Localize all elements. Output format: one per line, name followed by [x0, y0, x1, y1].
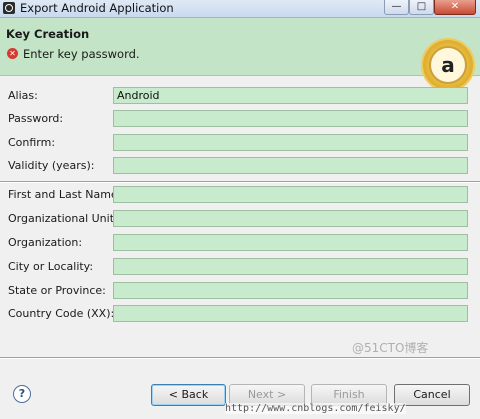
- form-row-org-unit: Organizational Unit:: [0, 210, 480, 230]
- organization-input[interactable]: [113, 234, 468, 251]
- validity-label: Validity (years):: [8, 159, 95, 172]
- alias-label: Alias:: [8, 89, 38, 102]
- form-row-validity: Validity (years):: [0, 157, 480, 177]
- android-seal-icon: a: [423, 40, 473, 90]
- window-controls: — □ ✕: [384, 0, 476, 15]
- watermark-url: http://www.cnblogs.com/feisky/: [225, 403, 406, 414]
- page-title: Key Creation: [6, 27, 90, 41]
- eclipse-app-icon[interactable]: [3, 2, 15, 14]
- error-message: Enter key password.: [23, 47, 140, 61]
- form-row-password: Password:: [0, 110, 480, 130]
- error-icon: ✕: [7, 48, 18, 59]
- form-row-confirm: Confirm:: [0, 134, 480, 154]
- state-label: State or Province:: [8, 284, 106, 297]
- watermark-tag: @51CTO博客: [352, 341, 429, 355]
- confirm-input[interactable]: [113, 134, 468, 151]
- country-label: Country Code (XX):: [8, 307, 115, 320]
- country-input[interactable]: [113, 305, 468, 322]
- form-separator: [0, 181, 480, 183]
- organization-label: Organization:: [8, 236, 83, 249]
- name-label: First and Last Name:: [8, 188, 122, 201]
- validity-input[interactable]: [113, 157, 468, 174]
- org-unit-label: Organizational Unit:: [8, 212, 118, 225]
- form-row-alias: Alias:: [0, 87, 480, 107]
- title-bar: Export Android Application — □ ✕: [0, 0, 480, 18]
- form-row-organization: Organization:: [0, 234, 480, 254]
- password-input[interactable]: [113, 110, 468, 127]
- org-unit-input[interactable]: [113, 210, 468, 227]
- form-row-city: City or Locality:: [0, 258, 480, 278]
- maximize-button[interactable]: □: [409, 0, 434, 15]
- window-title: Export Android Application: [20, 1, 174, 15]
- minimize-button[interactable]: —: [384, 0, 409, 15]
- name-input[interactable]: [113, 186, 468, 203]
- close-button[interactable]: ✕: [434, 0, 476, 15]
- help-icon[interactable]: ?: [13, 385, 31, 403]
- alias-input[interactable]: [113, 87, 468, 104]
- city-input[interactable]: [113, 258, 468, 275]
- city-label: City or Locality:: [8, 260, 94, 273]
- password-label: Password:: [8, 112, 64, 125]
- form-row-name: First and Last Name:: [0, 186, 480, 206]
- back-button[interactable]: < Back: [151, 384, 226, 406]
- form-row-state: State or Province:: [0, 282, 480, 302]
- confirm-label: Confirm:: [8, 136, 56, 149]
- wizard-header: Key Creation ✕ Enter key password. a: [0, 18, 480, 90]
- seal-letter: a: [429, 46, 467, 84]
- state-input[interactable]: [113, 282, 468, 299]
- button-bar-separator: [0, 357, 480, 359]
- form-row-country: Country Code (XX):: [0, 305, 480, 325]
